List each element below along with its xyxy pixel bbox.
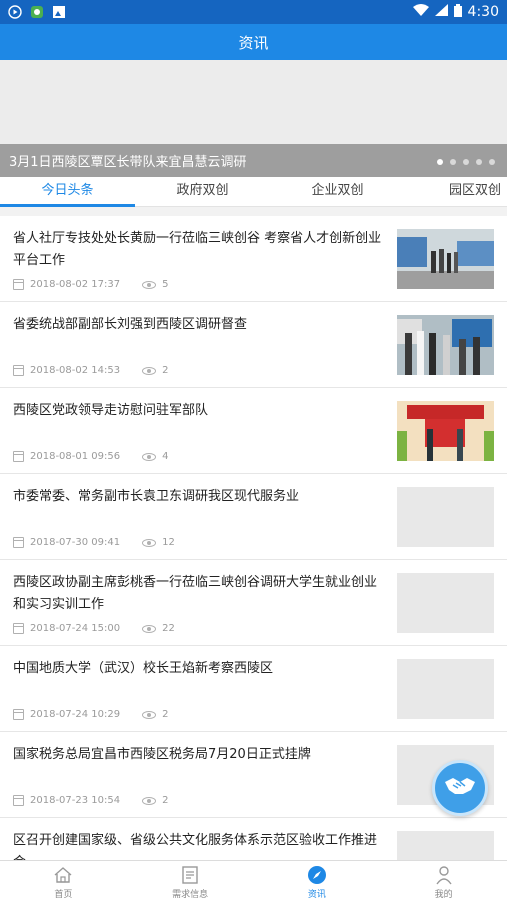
tab-government[interactable]: 政府双创 bbox=[135, 177, 270, 206]
news-meta: 2018-07-23 10:54 2 bbox=[13, 795, 169, 806]
nav-home-label: 首页 bbox=[54, 889, 73, 900]
image-notification-icon bbox=[52, 5, 66, 19]
carousel-indicator bbox=[437, 159, 495, 165]
page-title: 资讯 bbox=[238, 33, 269, 52]
news-thumbnail-placeholder bbox=[397, 831, 494, 860]
nav-home[interactable]: 首页 bbox=[0, 861, 127, 903]
compass-icon bbox=[307, 865, 327, 885]
calendar-icon bbox=[13, 795, 24, 806]
news-date: 2018-07-23 10:54 bbox=[30, 795, 121, 806]
calendar-icon bbox=[13, 365, 24, 376]
news-thumbnail bbox=[397, 315, 494, 375]
carousel-dot[interactable] bbox=[437, 159, 443, 165]
eye-icon bbox=[142, 366, 157, 375]
news-item[interactable]: 西陵区政协副主席彭桃香一行莅临三峡创谷调研大学生就业创业和实习实训工作 2018… bbox=[0, 560, 507, 646]
news-item[interactable]: 国家税务总局宜昌市西陵区税务局7月20日正式挂牌 2018-07-23 10:5… bbox=[0, 732, 507, 818]
status-bar: 4:30 bbox=[0, 0, 507, 24]
signal-icon bbox=[434, 4, 448, 20]
eye-icon bbox=[142, 710, 157, 719]
eye-icon bbox=[142, 796, 157, 805]
calendar-icon bbox=[13, 537, 24, 548]
news-item[interactable]: 省人社厅专技处处长黄励一行莅临三峡创谷 考察省人才创新创业平台工作 2018-0… bbox=[0, 216, 507, 302]
status-time: 4:30 bbox=[467, 4, 499, 20]
carousel-dot[interactable] bbox=[450, 159, 456, 165]
wifi-icon bbox=[412, 4, 429, 20]
news-title: 省人社厅专技处处长黄励一行莅临三峡创谷 考察省人才创新创业平台工作 bbox=[13, 231, 382, 268]
news-meta: 2018-07-24 15:00 22 bbox=[13, 623, 175, 634]
banner-caption: 3月1日西陵区覃区长带队来宜昌慧云调研 bbox=[0, 144, 507, 177]
banner-carousel[interactable]: 3月1日西陵区覃区长带队来宜昌慧云调研 bbox=[0, 60, 507, 177]
calendar-icon bbox=[13, 709, 24, 720]
person-icon bbox=[434, 865, 454, 885]
list-icon bbox=[180, 865, 200, 885]
news-meta: 2018-07-24 10:29 2 bbox=[13, 709, 169, 720]
news-views: 22 bbox=[162, 623, 175, 634]
tab-park[interactable]: 园区双创 bbox=[405, 177, 507, 206]
news-thumbnail-placeholder bbox=[397, 573, 494, 633]
eye-icon bbox=[142, 452, 157, 461]
eye-icon bbox=[142, 280, 157, 289]
news-views: 2 bbox=[162, 795, 169, 806]
news-title: 中国地质大学（武汉）校长王焰新考察西陵区 bbox=[13, 661, 274, 676]
calendar-icon bbox=[13, 451, 24, 462]
news-item[interactable]: 市委常委、常务副市长袁卫东调研我区现代服务业 2018-07-30 09:41 … bbox=[0, 474, 507, 560]
nav-demand-info[interactable]: 需求信息 bbox=[127, 861, 254, 903]
news-date: 2018-07-30 09:41 bbox=[30, 537, 121, 548]
nav-news[interactable]: 资讯 bbox=[254, 861, 381, 903]
tab-enterprise[interactable]: 企业双创 bbox=[270, 177, 405, 206]
calendar-icon bbox=[13, 623, 24, 634]
carousel-dot[interactable] bbox=[476, 159, 482, 165]
news-title: 市委常委、常务副市长袁卫东调研我区现代服务业 bbox=[13, 489, 300, 504]
news-item[interactable]: 区召开创建国家级、省级公共文化服务体系示范区验收工作推进会 bbox=[0, 818, 507, 860]
nav-demand-info-label: 需求信息 bbox=[172, 889, 209, 900]
news-views: 4 bbox=[162, 451, 169, 462]
news-title: 省委统战部副部长刘强到西陵区调研督查 bbox=[13, 317, 248, 332]
nav-news-label: 资讯 bbox=[307, 889, 326, 900]
news-thumbnail bbox=[397, 401, 494, 461]
news-title: 西陵区政协副主席彭桃香一行莅临三峡创谷调研大学生就业创业和实习实训工作 bbox=[13, 575, 378, 612]
handshake-icon bbox=[443, 774, 477, 802]
cooperation-fab-button[interactable] bbox=[432, 760, 488, 816]
news-thumbnail-placeholder bbox=[397, 659, 494, 719]
news-views: 2 bbox=[162, 365, 169, 376]
news-list: 省人社厅专技处处长黄励一行莅临三峡创谷 考察省人才创新创业平台工作 2018-0… bbox=[0, 216, 507, 860]
news-date: 2018-07-24 10:29 bbox=[30, 709, 121, 720]
news-meta: 2018-08-02 14:53 2 bbox=[13, 365, 169, 376]
news-views: 12 bbox=[162, 537, 175, 548]
media-play-icon bbox=[8, 5, 22, 19]
bottom-navigation: 首页 需求信息 资讯 我的 bbox=[0, 860, 507, 903]
app-bar: 资讯 bbox=[0, 24, 507, 60]
news-title: 西陵区党政领导走访慰问驻军部队 bbox=[13, 403, 209, 418]
news-thumbnail-placeholder bbox=[397, 487, 494, 547]
app-notification-icon bbox=[30, 5, 44, 19]
news-title: 区召开创建国家级、省级公共文化服务体系示范区验收工作推进会 bbox=[13, 833, 378, 860]
nav-mine[interactable]: 我的 bbox=[380, 861, 507, 903]
news-date: 2018-07-24 15:00 bbox=[30, 623, 121, 634]
news-item[interactable]: 中国地质大学（武汉）校长王焰新考察西陵区 2018-07-24 10:29 2 bbox=[0, 646, 507, 732]
tab-today-headlines[interactable]: 今日头条 bbox=[0, 177, 135, 207]
news-title: 国家税务总局宜昌市西陵区税务局7月20日正式挂牌 bbox=[13, 747, 311, 762]
news-views: 5 bbox=[162, 279, 169, 290]
news-thumbnail bbox=[397, 229, 494, 289]
category-tabs: 今日头条 政府双创 企业双创 园区双创 bbox=[0, 177, 507, 207]
news-date: 2018-08-01 09:56 bbox=[30, 451, 121, 462]
news-item[interactable]: 省委统战部副部长刘强到西陵区调研督查 2018-08-02 14:53 2 bbox=[0, 302, 507, 388]
news-views: 2 bbox=[162, 709, 169, 720]
news-date: 2018-08-02 17:37 bbox=[30, 279, 121, 290]
eye-icon bbox=[142, 538, 157, 547]
eye-icon bbox=[142, 624, 157, 633]
nav-mine-label: 我的 bbox=[434, 889, 453, 900]
news-meta: 2018-08-01 09:56 4 bbox=[13, 451, 169, 462]
carousel-dot[interactable] bbox=[463, 159, 469, 165]
news-date: 2018-08-02 14:53 bbox=[30, 365, 121, 376]
news-meta: 2018-08-02 17:37 5 bbox=[13, 279, 169, 290]
carousel-dot[interactable] bbox=[489, 159, 495, 165]
news-item[interactable]: 西陵区党政领导走访慰问驻军部队 2018-08-01 09:56 4 bbox=[0, 388, 507, 474]
battery-icon bbox=[453, 3, 462, 21]
news-meta: 2018-07-30 09:41 12 bbox=[13, 537, 175, 548]
calendar-icon bbox=[13, 279, 24, 290]
home-icon bbox=[53, 865, 73, 885]
